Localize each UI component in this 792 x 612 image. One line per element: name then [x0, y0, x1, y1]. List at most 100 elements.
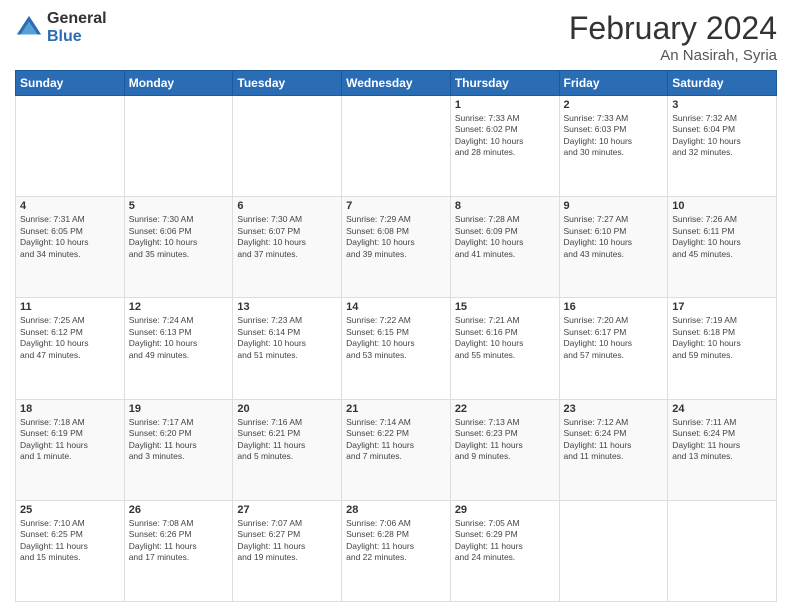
col-monday: Monday [124, 71, 233, 96]
calendar-cell-w2-d5: 16Sunrise: 7:20 AM Sunset: 6:17 PM Dayli… [559, 298, 668, 399]
calendar-cell-w0-d5: 2 Sunrise: 7:33 AM Sunset: 6:03 PM Daylig… [559, 96, 668, 197]
calendar-cell-w0-d0 [16, 96, 125, 197]
calendar-cell-w3-d5: 23 Sunrise: 7:12 AM Sunset: 6:24 PM Dayli… [559, 399, 668, 500]
day-number-9: 9 [564, 200, 664, 212]
day-info-15: Sunrise: 7:21 AM Sunset: 6:16 PM Dayligh… [455, 315, 555, 361]
calendar-cell-w0-d3 [342, 96, 451, 197]
day-info-11: Sunrise: 7:25 AM Sunset: 6:12 PM Dayligh… [20, 315, 120, 361]
logo: General Blue [15, 10, 107, 45]
day-number-21: 21 [346, 403, 446, 415]
day-info-1: Sunrise: 7:33 AM Sunset: 6:02 PM Dayligh… [455, 113, 555, 159]
calendar-cell-w0-d1 [124, 96, 233, 197]
day-info-19: Sunrise: 7:17 AM Sunset: 6:20 PM Dayligh… [129, 417, 229, 463]
day-info-10: Sunrise: 7:26 AM Sunset: 6:11 PM Dayligh… [672, 214, 772, 260]
day-number-1: 1 [455, 99, 555, 111]
day-info-17: Sunrise: 7:19 AM Sunset: 6:18 PM Dayligh… [672, 315, 772, 361]
day-info-16: Sunrise: 7:20 AM Sunset: 6:17 PM Dayligh… [564, 315, 664, 361]
day-info-20: Sunrise: 7:16 AM Sunset: 6:21 PM Dayligh… [237, 417, 337, 463]
day-info-25: Sunrise: 7:10 AM Sunset: 6:25 PM Dayligh… [20, 518, 120, 564]
day-number-6: 6 [237, 200, 337, 212]
calendar-cell-w3-d2: 20Sunrise: 7:16 AM Sunset: 6:21 PM Dayli… [233, 399, 342, 500]
day-number-22: 22 [455, 403, 555, 415]
day-number-10: 10 [672, 200, 772, 212]
day-info-12: Sunrise: 7:24 AM Sunset: 6:13 PM Dayligh… [129, 315, 229, 361]
col-tuesday: Tuesday [233, 71, 342, 96]
calendar-cell-w4-d3: 28 Sunrise: 7:06 AM Sunset: 6:28 PM Dayli… [342, 500, 451, 601]
col-saturday: Saturday [668, 71, 777, 96]
day-number-17: 17 [672, 301, 772, 313]
day-number-18: 18 [20, 403, 120, 415]
day-info-4: Sunrise: 7:31 AM Sunset: 6:05 PM Dayligh… [20, 214, 120, 260]
day-number-25: 25 [20, 504, 120, 516]
calendar-cell-w2-d3: 14Sunrise: 7:22 AM Sunset: 6:15 PM Dayli… [342, 298, 451, 399]
day-number-12: 12 [129, 301, 229, 313]
day-number-8: 8 [455, 200, 555, 212]
day-info-13: Sunrise: 7:23 AM Sunset: 6:14 PM Dayligh… [237, 315, 337, 361]
calendar-header-row: Sunday Monday Tuesday Wednesday Thursday… [16, 71, 777, 96]
day-number-13: 13 [237, 301, 337, 313]
day-info-29: Sunrise: 7:05 AM Sunset: 6:29 PM Dayligh… [455, 518, 555, 564]
week-row-0: 1 Sunrise: 7:33 AM Sunset: 6:02 PM Daylig… [16, 96, 777, 197]
calendar-cell-w1-d2: 6Sunrise: 7:30 AM Sunset: 6:07 PM Daylig… [233, 197, 342, 298]
day-info-26: Sunrise: 7:08 AM Sunset: 6:26 PM Dayligh… [129, 518, 229, 564]
day-info-8: Sunrise: 7:28 AM Sunset: 6:09 PM Dayligh… [455, 214, 555, 260]
day-number-19: 19 [129, 403, 229, 415]
location-title: An Nasirah, Syria [569, 47, 777, 64]
calendar-cell-w3-d6: 24 Sunrise: 7:11 AM Sunset: 6:24 PM Dayli… [668, 399, 777, 500]
calendar-cell-w2-d2: 13 Sunrise: 7:23 AM Sunset: 6:14 PM Dayli… [233, 298, 342, 399]
col-friday: Friday [559, 71, 668, 96]
calendar-cell-w3-d0: 18Sunrise: 7:18 AM Sunset: 6:19 PM Dayli… [16, 399, 125, 500]
day-number-27: 27 [237, 504, 337, 516]
day-info-22: Sunrise: 7:13 AM Sunset: 6:23 PM Dayligh… [455, 417, 555, 463]
day-number-23: 23 [564, 403, 664, 415]
logo-icon [15, 14, 43, 42]
day-info-3: Sunrise: 7:32 AM Sunset: 6:04 PM Dayligh… [672, 113, 772, 159]
day-number-26: 26 [129, 504, 229, 516]
day-number-3: 3 [672, 99, 772, 111]
day-number-2: 2 [564, 99, 664, 111]
calendar-table: Sunday Monday Tuesday Wednesday Thursday… [15, 70, 777, 602]
calendar-cell-w1-d3: 7 Sunrise: 7:29 AM Sunset: 6:08 PM Daylig… [342, 197, 451, 298]
col-wednesday: Wednesday [342, 71, 451, 96]
day-info-9: Sunrise: 7:27 AM Sunset: 6:10 PM Dayligh… [564, 214, 664, 260]
calendar-cell-w0-d2 [233, 96, 342, 197]
day-info-7: Sunrise: 7:29 AM Sunset: 6:08 PM Dayligh… [346, 214, 446, 260]
day-info-28: Sunrise: 7:06 AM Sunset: 6:28 PM Dayligh… [346, 518, 446, 564]
day-number-28: 28 [346, 504, 446, 516]
calendar-cell-w0-d6: 3 Sunrise: 7:32 AM Sunset: 6:04 PM Daylig… [668, 96, 777, 197]
col-sunday: Sunday [16, 71, 125, 96]
calendar-cell-w4-d5 [559, 500, 668, 601]
calendar-cell-w3-d4: 22 Sunrise: 7:13 AM Sunset: 6:23 PM Dayli… [450, 399, 559, 500]
day-number-14: 14 [346, 301, 446, 313]
day-number-4: 4 [20, 200, 120, 212]
day-number-24: 24 [672, 403, 772, 415]
calendar-cell-w1-d6: 10 Sunrise: 7:26 AM Sunset: 6:11 PM Dayli… [668, 197, 777, 298]
calendar-cell-w3-d3: 21Sunrise: 7:14 AM Sunset: 6:22 PM Dayli… [342, 399, 451, 500]
calendar-cell-w4-d1: 26 Sunrise: 7:08 AM Sunset: 6:26 PM Dayli… [124, 500, 233, 601]
calendar-cell-w4-d2: 27Sunrise: 7:07 AM Sunset: 6:27 PM Dayli… [233, 500, 342, 601]
day-info-23: Sunrise: 7:12 AM Sunset: 6:24 PM Dayligh… [564, 417, 664, 463]
calendar-cell-w4-d4: 29 Sunrise: 7:05 AM Sunset: 6:29 PM Dayli… [450, 500, 559, 601]
day-number-7: 7 [346, 200, 446, 212]
logo-blue-text: Blue [47, 28, 107, 46]
day-info-5: Sunrise: 7:30 AM Sunset: 6:06 PM Dayligh… [129, 214, 229, 260]
header: General Blue February 2024 An Nasirah, S… [15, 10, 777, 64]
calendar-cell-w1-d4: 8 Sunrise: 7:28 AM Sunset: 6:09 PM Daylig… [450, 197, 559, 298]
day-info-24: Sunrise: 7:11 AM Sunset: 6:24 PM Dayligh… [672, 417, 772, 463]
calendar-cell-w0-d4: 1 Sunrise: 7:33 AM Sunset: 6:02 PM Daylig… [450, 96, 559, 197]
logo-general-text: General [47, 10, 107, 28]
month-title: February 2024 [569, 10, 777, 47]
day-number-5: 5 [129, 200, 229, 212]
week-row-2: 11 Sunrise: 7:25 AM Sunset: 6:12 PM Dayli… [16, 298, 777, 399]
calendar-cell-w2-d0: 11 Sunrise: 7:25 AM Sunset: 6:12 PM Dayli… [16, 298, 125, 399]
calendar-cell-w1-d1: 5 Sunrise: 7:30 AM Sunset: 6:06 PM Daylig… [124, 197, 233, 298]
col-thursday: Thursday [450, 71, 559, 96]
day-number-11: 11 [20, 301, 120, 313]
day-number-29: 29 [455, 504, 555, 516]
calendar-cell-w1-d5: 9 Sunrise: 7:27 AM Sunset: 6:10 PM Daylig… [559, 197, 668, 298]
title-section: February 2024 An Nasirah, Syria [569, 10, 777, 64]
calendar-cell-w2-d4: 15Sunrise: 7:21 AM Sunset: 6:16 PM Dayli… [450, 298, 559, 399]
day-info-2: Sunrise: 7:33 AM Sunset: 6:03 PM Dayligh… [564, 113, 664, 159]
calendar-cell-w4-d6 [668, 500, 777, 601]
calendar-cell-w1-d0: 4 Sunrise: 7:31 AM Sunset: 6:05 PM Daylig… [16, 197, 125, 298]
